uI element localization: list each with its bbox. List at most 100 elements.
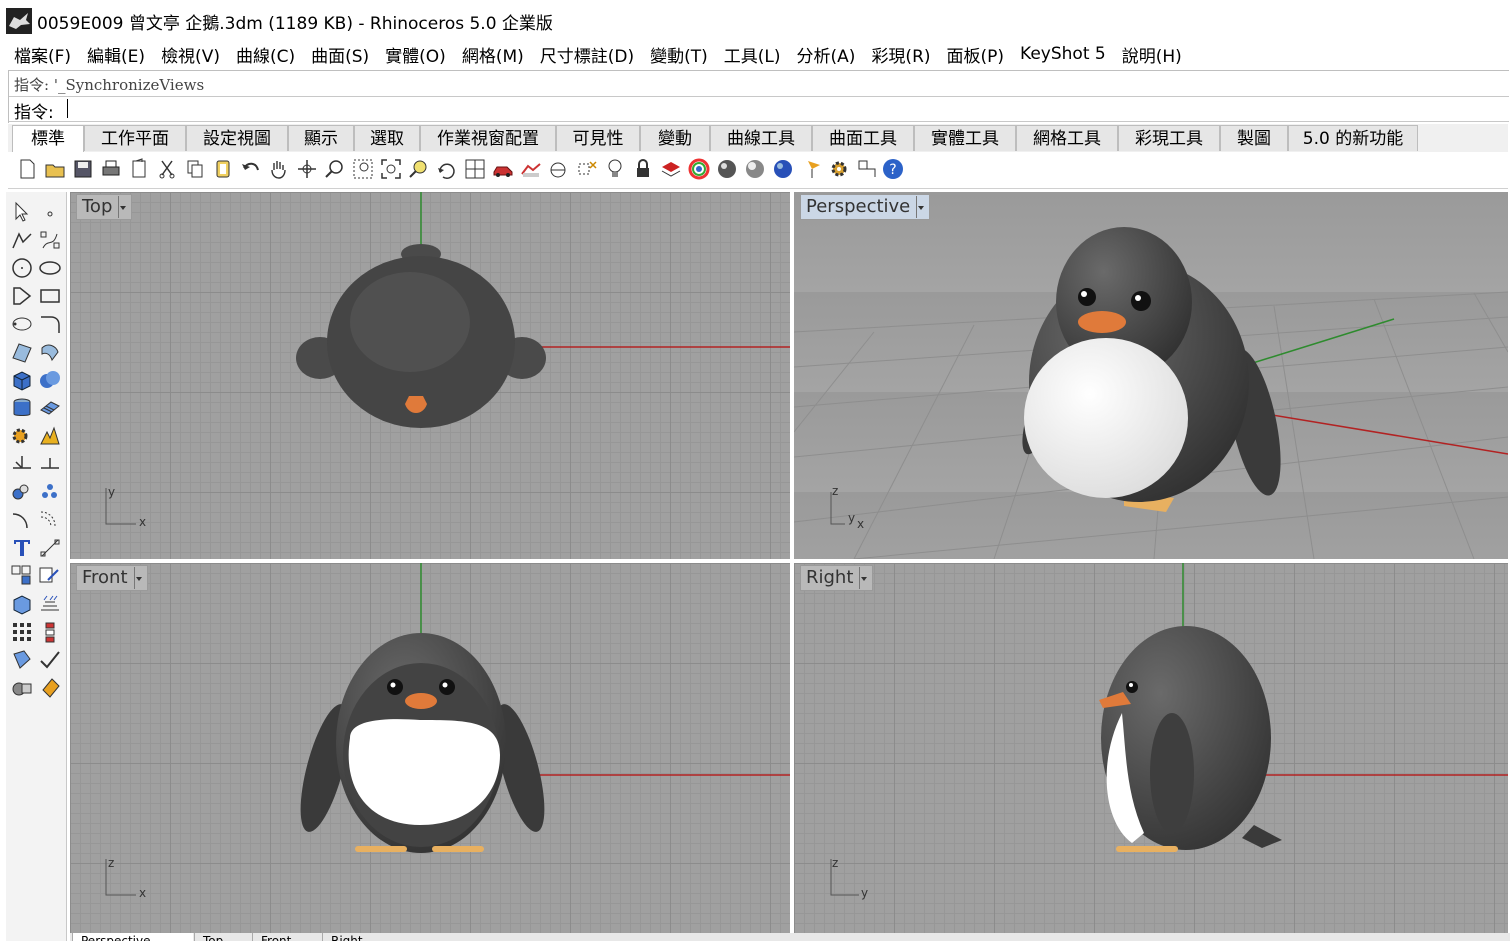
blue-sphere-icon[interactable]: [772, 158, 794, 180]
menu-render[interactable]: 彩現(R): [863, 42, 938, 67]
settings-gear-icon[interactable]: [828, 158, 850, 180]
viewport-tab-top[interactable]: Top: [194, 933, 251, 941]
construction-plane-icon[interactable]: [548, 158, 570, 180]
tab-solid-tools[interactable]: 實體工具: [914, 125, 1016, 151]
menu-view[interactable]: 檢視(V): [153, 42, 228, 67]
explode-icon[interactable]: [38, 424, 62, 448]
command-input[interactable]: [67, 99, 1498, 118]
paint-icon[interactable]: [38, 676, 62, 700]
curve-tools-icon[interactable]: [10, 508, 34, 532]
save-icon[interactable]: [72, 158, 94, 180]
new-file-icon[interactable]: [16, 158, 38, 180]
light-icon[interactable]: [604, 158, 626, 180]
menu-curve[interactable]: 曲線(C): [228, 42, 303, 67]
viewport-label-front[interactable]: Front: [76, 565, 148, 591]
help-icon[interactable]: ?: [882, 158, 904, 180]
menu-analyze[interactable]: 分析(A): [789, 42, 864, 67]
chevron-down-icon[interactable]: [133, 567, 143, 589]
render-sphere-icon[interactable]: [716, 158, 738, 180]
menu-edit[interactable]: 編輯(E): [79, 42, 153, 67]
undo-icon[interactable]: [240, 158, 262, 180]
shaded-sphere-icon[interactable]: [744, 158, 766, 180]
rotate-view-icon[interactable]: [436, 158, 458, 180]
chevron-down-icon[interactable]: [916, 196, 925, 218]
transform-icon[interactable]: [38, 564, 62, 588]
viewport-label-top[interactable]: Top: [76, 194, 133, 220]
viewport-tab-front[interactable]: Front: [252, 933, 319, 941]
stack-icon[interactable]: [38, 620, 62, 644]
rectangle-icon[interactable]: [38, 284, 62, 308]
menu-panels[interactable]: 面板(P): [939, 42, 1013, 67]
arc-icon[interactable]: [10, 312, 34, 336]
zoom-extents-icon[interactable]: [380, 158, 402, 180]
viewport-layout-icon[interactable]: [464, 158, 486, 180]
menu-dimension[interactable]: 尺寸標註(D): [532, 42, 642, 67]
tab-new-in-v5[interactable]: 5.0 的新功能: [1288, 125, 1418, 151]
curve-icon[interactable]: [38, 228, 62, 252]
fillet-curve-icon[interactable]: [38, 312, 62, 336]
viewport-tab-right[interactable]: Right: [322, 933, 393, 941]
menu-transform[interactable]: 變動(T): [642, 42, 716, 67]
tab-surface-tools[interactable]: 曲面工具: [812, 125, 914, 151]
menu-surface[interactable]: 曲面(S): [303, 42, 377, 67]
mesh-plane-icon[interactable]: [38, 396, 62, 420]
viewport-tab-perspective[interactable]: Perspective: [72, 933, 193, 941]
lock-icon[interactable]: [632, 158, 654, 180]
color-wheel-icon[interactable]: [688, 158, 710, 180]
light-gear-icon[interactable]: [10, 424, 34, 448]
ungroup-icon[interactable]: [38, 480, 62, 504]
paste-props-icon[interactable]: [128, 158, 150, 180]
analyze-icon[interactable]: [10, 648, 34, 672]
open-file-icon[interactable]: [44, 158, 66, 180]
zoom-icon[interactable]: [324, 158, 346, 180]
render-objects-icon[interactable]: [10, 676, 34, 700]
tab-curve-tools[interactable]: 曲線工具: [710, 125, 812, 151]
paste-icon[interactable]: [212, 158, 234, 180]
surface-corner-icon[interactable]: [10, 340, 34, 364]
pan-hand-icon[interactable]: [268, 158, 290, 180]
cut-icon[interactable]: [156, 158, 178, 180]
tab-viewport-layout[interactable]: 作業視窗配置: [420, 125, 556, 151]
zoom-selected-icon[interactable]: [408, 158, 430, 180]
viewport-label-perspective[interactable]: Perspective: [800, 194, 931, 220]
tab-standard[interactable]: 標準: [12, 125, 84, 153]
flag-icon[interactable]: [804, 158, 826, 180]
menu-solid[interactable]: 實體(O): [377, 42, 454, 67]
menu-tools[interactable]: 工具(L): [716, 42, 789, 67]
tab-transform[interactable]: 變動: [640, 125, 710, 151]
named-view-icon[interactable]: [520, 158, 542, 180]
check-icon[interactable]: [38, 648, 62, 672]
select-arrow-icon[interactable]: [10, 200, 34, 224]
menu-mesh[interactable]: 網格(M): [454, 42, 532, 67]
select-icon[interactable]: [856, 158, 878, 180]
contour-icon[interactable]: [38, 592, 62, 616]
cylinder-mesh-icon[interactable]: [10, 396, 34, 420]
array-icon[interactable]: [10, 564, 34, 588]
menu-help[interactable]: 說明(H): [1114, 42, 1190, 67]
circle-icon[interactable]: [10, 256, 34, 280]
tab-display[interactable]: 顯示: [288, 125, 354, 151]
zoom-window-icon[interactable]: [352, 158, 374, 180]
viewport-label-right[interactable]: Right: [800, 565, 874, 591]
print-icon[interactable]: [100, 158, 122, 180]
viewport-perspective[interactable]: Perspective z y x: [794, 192, 1508, 559]
point-icon[interactable]: [38, 200, 62, 224]
viewport-right[interactable]: Right z y: [794, 563, 1508, 933]
copy-icon[interactable]: [184, 158, 206, 180]
dimension-icon[interactable]: [38, 536, 62, 560]
tab-select[interactable]: 選取: [354, 125, 420, 151]
tab-visibility[interactable]: 可見性: [556, 125, 640, 151]
layer-icon[interactable]: [660, 158, 682, 180]
offset-curve-icon[interactable]: [38, 508, 62, 532]
polyline-icon[interactable]: [10, 228, 34, 252]
surface-edge-icon[interactable]: [38, 340, 62, 364]
grid-array-icon[interactable]: [10, 620, 34, 644]
box-icon[interactable]: [10, 368, 34, 392]
viewport-top[interactable]: Top y x: [70, 192, 790, 559]
group-icon[interactable]: [10, 480, 34, 504]
tab-cplanes[interactable]: 工作平面: [84, 125, 186, 151]
polygon-icon[interactable]: [10, 284, 34, 308]
move-view-icon[interactable]: [296, 158, 318, 180]
split-icon[interactable]: [10, 452, 34, 476]
text-icon[interactable]: [10, 536, 34, 560]
